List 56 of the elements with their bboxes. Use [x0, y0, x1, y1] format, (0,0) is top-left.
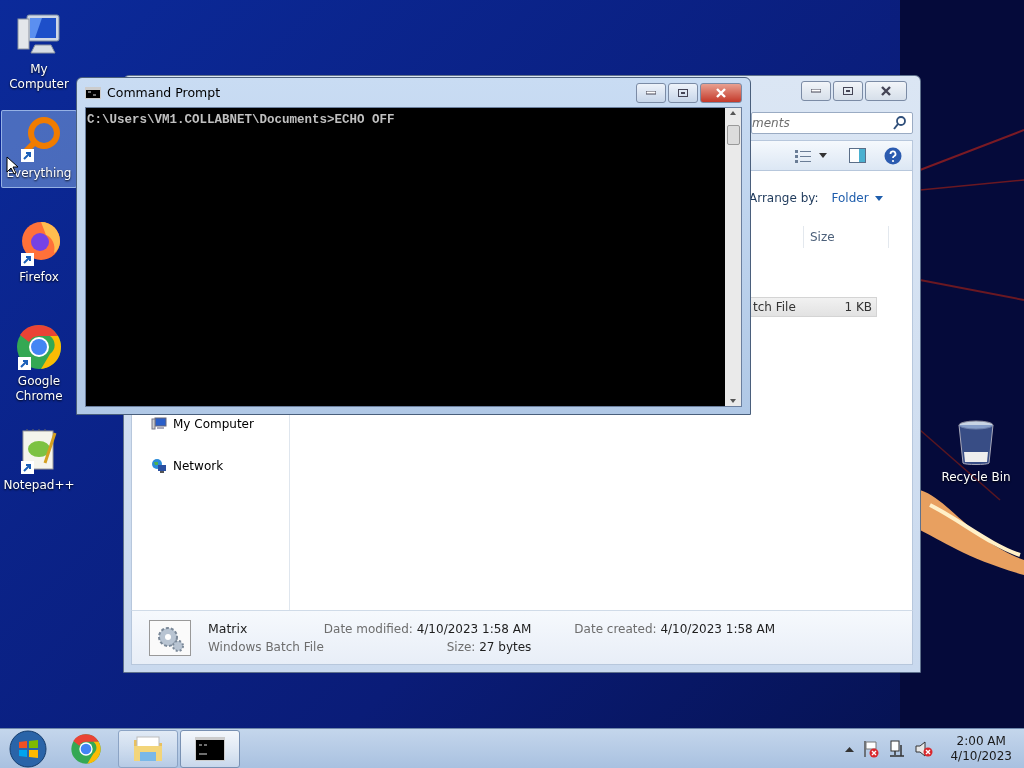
start-button[interactable] — [9, 729, 47, 768]
clock[interactable]: 2:00 AM 4/10/2023 — [950, 733, 1012, 764]
folder-icon — [132, 733, 164, 764]
detail-field: Date modified: 4/10/2023 1:58 AM — [323, 621, 532, 636]
chrome-icon — [70, 732, 102, 765]
minimize-icon — [811, 89, 821, 93]
desktop-icon[interactable]: Firefox — [1, 214, 77, 292]
nav-item[interactable]: My Computer — [173, 417, 254, 431]
flag-error-icon[interactable] — [862, 739, 881, 758]
search-placeholder: ments — [752, 116, 790, 130]
maximize-button[interactable] — [833, 81, 863, 101]
maximize-icon — [678, 88, 688, 97]
console-line: C:\Users\VM1.COLLABNET\Documents>ECHO OFF — [87, 112, 396, 128]
view-list-icon[interactable] — [795, 148, 811, 163]
caret-icon — [874, 195, 883, 201]
window-title: Command Prompt — [107, 85, 222, 100]
console-icon — [195, 736, 225, 761]
maximize-icon — [843, 87, 853, 95]
search-field[interactable]: ments — [751, 112, 913, 134]
arrange-by-label: Arrange by: — [749, 191, 819, 205]
desktop-icon[interactable]: Google Chrome — [1, 318, 77, 411]
caret-icon[interactable] — [819, 153, 827, 158]
gear-file-icon — [149, 619, 191, 656]
table-cell: 1 KB — [844, 300, 872, 314]
table-cell: tch File — [753, 300, 796, 314]
close-icon — [715, 87, 727, 98]
maximize-button[interactable] — [668, 82, 698, 103]
nav-item[interactable]: Network — [173, 459, 224, 473]
desktop-icon[interactable]: My Computer — [1, 6, 77, 99]
help-icon[interactable] — [884, 146, 902, 165]
file-type: Windows Batch File — [208, 639, 324, 654]
search-icon[interactable] — [893, 116, 906, 130]
arrange-by-dropdown[interactable]: Folder — [828, 190, 886, 206]
computer-icon — [151, 416, 167, 432]
file-row[interactable]: tch File 1 KB — [749, 297, 877, 317]
scrollbar[interactable] — [725, 108, 741, 406]
detail-field: Date created: 4/10/2023 1:58 AM — [574, 621, 776, 636]
show-hidden-icons-caret[interactable] — [845, 745, 855, 752]
preview-pane-icon[interactable] — [849, 148, 866, 163]
column-header[interactable]: Size — [803, 226, 889, 248]
minimize-icon — [646, 90, 656, 95]
desktop-icon-label[interactable]: Recycle Bin — [941, 470, 1011, 484]
close-icon — [880, 86, 892, 96]
file-name: Matrix — [208, 621, 249, 636]
network-icon — [151, 458, 167, 474]
network-icon[interactable] — [888, 739, 907, 758]
recycle-bin-icon — [958, 420, 994, 466]
desktop-icon[interactable]: Everything — [1, 110, 77, 188]
desktop-icon[interactable]: Notepad++ — [1, 422, 77, 500]
speaker-muted-icon[interactable] — [914, 739, 935, 758]
scrollbar-thumb[interactable] — [727, 125, 740, 145]
close-button[interactable] — [700, 82, 742, 103]
console-icon — [85, 86, 101, 99]
close-button[interactable] — [865, 81, 907, 101]
detail-field: Size: 27 bytes — [446, 639, 532, 654]
taskbar-button[interactable] — [180, 729, 240, 768]
